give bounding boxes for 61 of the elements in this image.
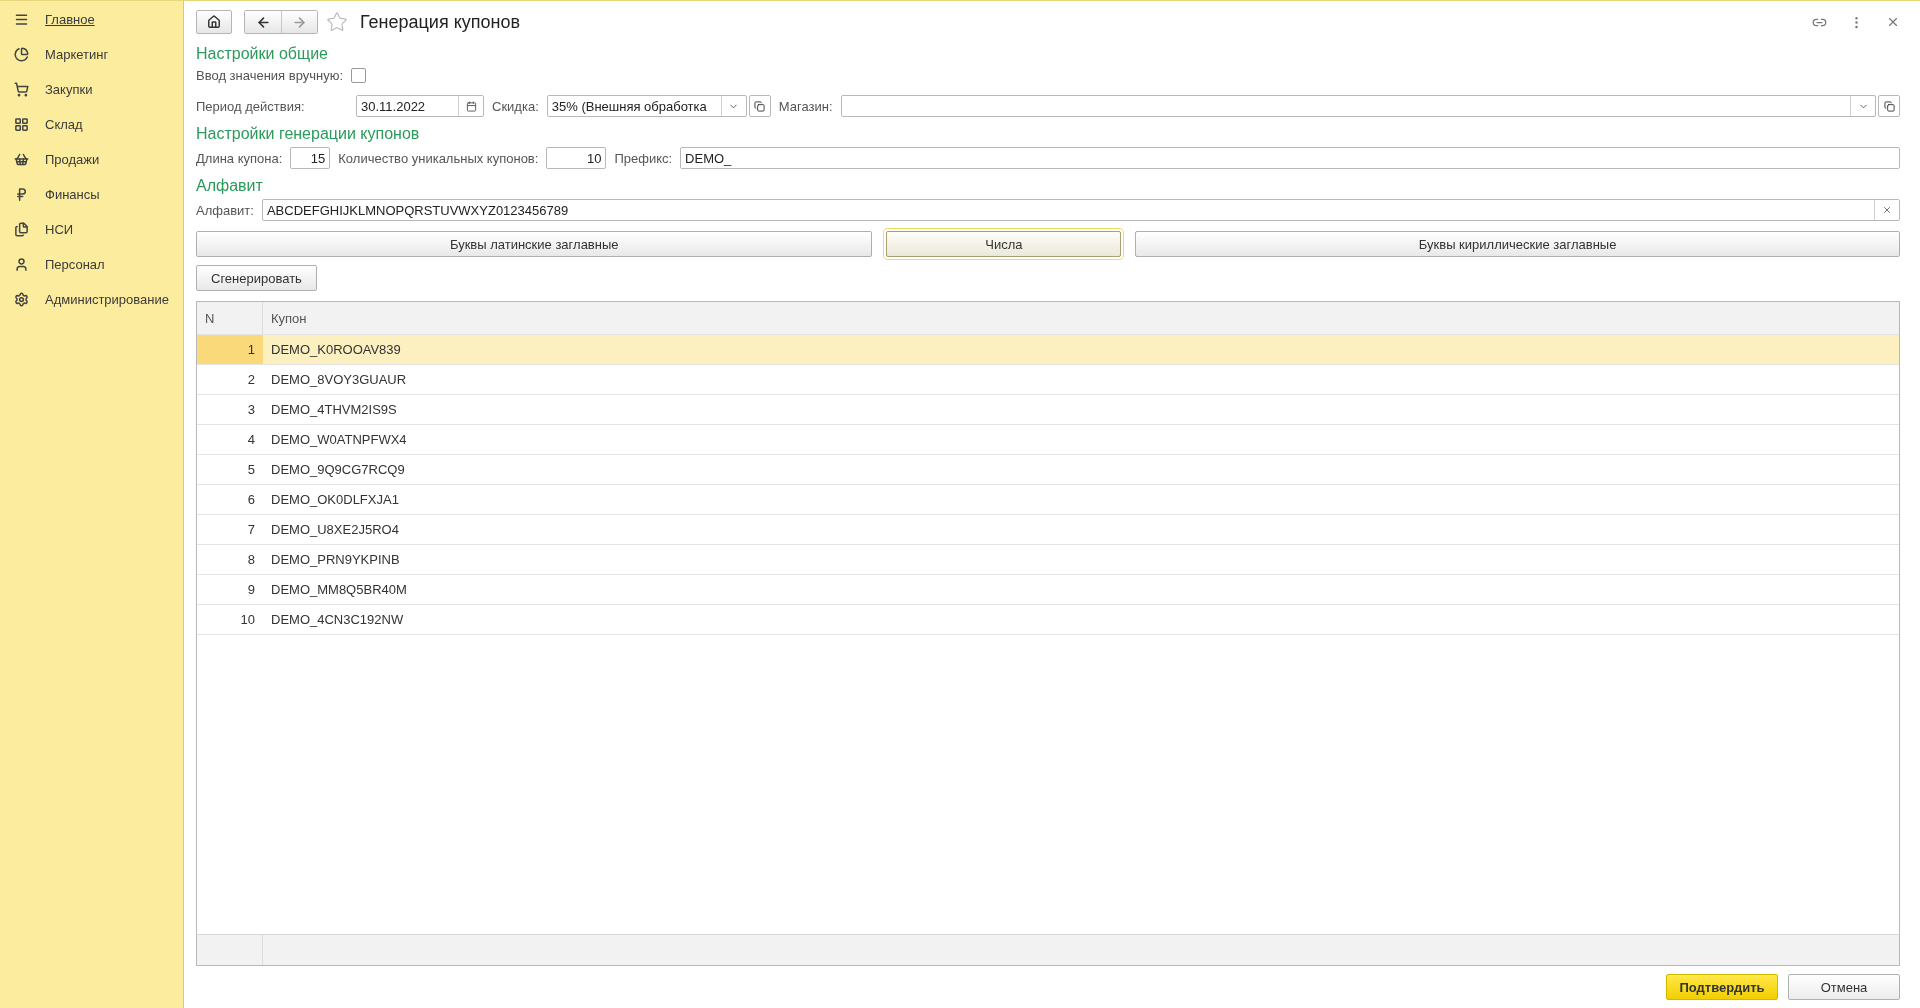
field-label: Длина купона: xyxy=(196,150,283,166)
ruble-icon xyxy=(14,187,29,202)
sidebar-item[interactable]: Склад xyxy=(14,114,183,135)
field-label: Магазин: xyxy=(778,98,833,114)
star-icon[interactable] xyxy=(326,11,348,33)
generate-button[interactable]: Сгенерировать xyxy=(196,265,317,291)
section-title: Настройки общие xyxy=(196,45,329,63)
field-label: Префикс: xyxy=(614,150,673,166)
sidebar-item[interactable]: Закупки xyxy=(14,79,183,100)
field-label: Ввод значения вручную: xyxy=(196,67,344,83)
calendar-icon xyxy=(465,100,477,112)
count-field[interactable]: 10 xyxy=(546,147,607,169)
open-icon xyxy=(754,100,766,112)
checkbox[interactable] xyxy=(351,67,367,83)
prefix-field[interactable]: DEMO_ xyxy=(680,147,1900,169)
length-field[interactable]: 15 xyxy=(290,147,331,169)
field-label: Скидка: xyxy=(492,98,539,114)
person-icon xyxy=(14,257,29,272)
cart-icon xyxy=(14,82,29,97)
section-title: Настройки генерации купонов xyxy=(196,125,421,143)
alphabet-button[interactable]: Буквы латинские заглавные xyxy=(196,231,873,257)
section-title: Алфавит xyxy=(196,177,264,195)
clear-icon xyxy=(1882,205,1892,215)
sidebar-item[interactable]: Персонал xyxy=(14,254,183,275)
sidebar-item[interactable]: Администрирование xyxy=(14,289,183,310)
back-button[interactable] xyxy=(245,11,281,33)
shop-field[interactable] xyxy=(840,95,1876,117)
alphabet-field[interactable]: ABCDEFGHIJKLMNOPQRSTUVWXYZ0123456789 xyxy=(261,199,1900,221)
open-button[interactable] xyxy=(748,95,771,117)
sidebar-item[interactable]: Продажи xyxy=(14,149,183,170)
settings-icon xyxy=(14,292,29,307)
files-icon xyxy=(14,222,29,237)
column-header[interactable]: Купон xyxy=(263,302,1899,334)
home-button[interactable] xyxy=(196,10,232,34)
close-button[interactable] xyxy=(1886,15,1900,29)
basket-icon xyxy=(14,152,29,167)
table-cell[interactable]: DEMO_K0ROOAV839 xyxy=(263,335,1899,364)
field-label: Количество уникальных купонов: xyxy=(338,150,539,166)
sidebar-item[interactable]: Главное xyxy=(14,9,183,30)
menu-icon xyxy=(14,12,29,27)
field-label: Период действия: xyxy=(196,98,306,114)
alphabet-button[interactable]: Буквы кириллические заглавные xyxy=(1135,231,1900,257)
table-cell: 1 xyxy=(197,335,263,364)
close-icon xyxy=(1886,15,1900,29)
confirm-button[interactable]: Подтвердить xyxy=(1666,974,1778,1000)
sidebar-item[interactable]: НСИ xyxy=(14,219,183,240)
open-icon xyxy=(1883,100,1895,112)
alphabet-button[interactable]: Числа xyxy=(886,231,1122,257)
home-icon xyxy=(207,15,221,29)
window-title: Генерация купонов xyxy=(360,11,520,33)
right-arrow-icon xyxy=(292,14,307,30)
date-field[interactable]: 30.11.2022 xyxy=(356,95,484,117)
field-label: Алфавит: xyxy=(196,202,254,218)
pie-chart-icon xyxy=(14,47,29,62)
discount-field[interactable]: 35% (Внешняя обработка xyxy=(546,95,747,117)
cancel-button[interactable]: Отмена xyxy=(1788,974,1900,1000)
grid-icon xyxy=(14,117,29,132)
sidebar-item[interactable]: Финансы xyxy=(14,184,183,205)
sidebar-item[interactable]: Маркетинг xyxy=(14,44,183,65)
open-button[interactable] xyxy=(1878,95,1900,117)
column-header[interactable]: N xyxy=(197,302,263,334)
